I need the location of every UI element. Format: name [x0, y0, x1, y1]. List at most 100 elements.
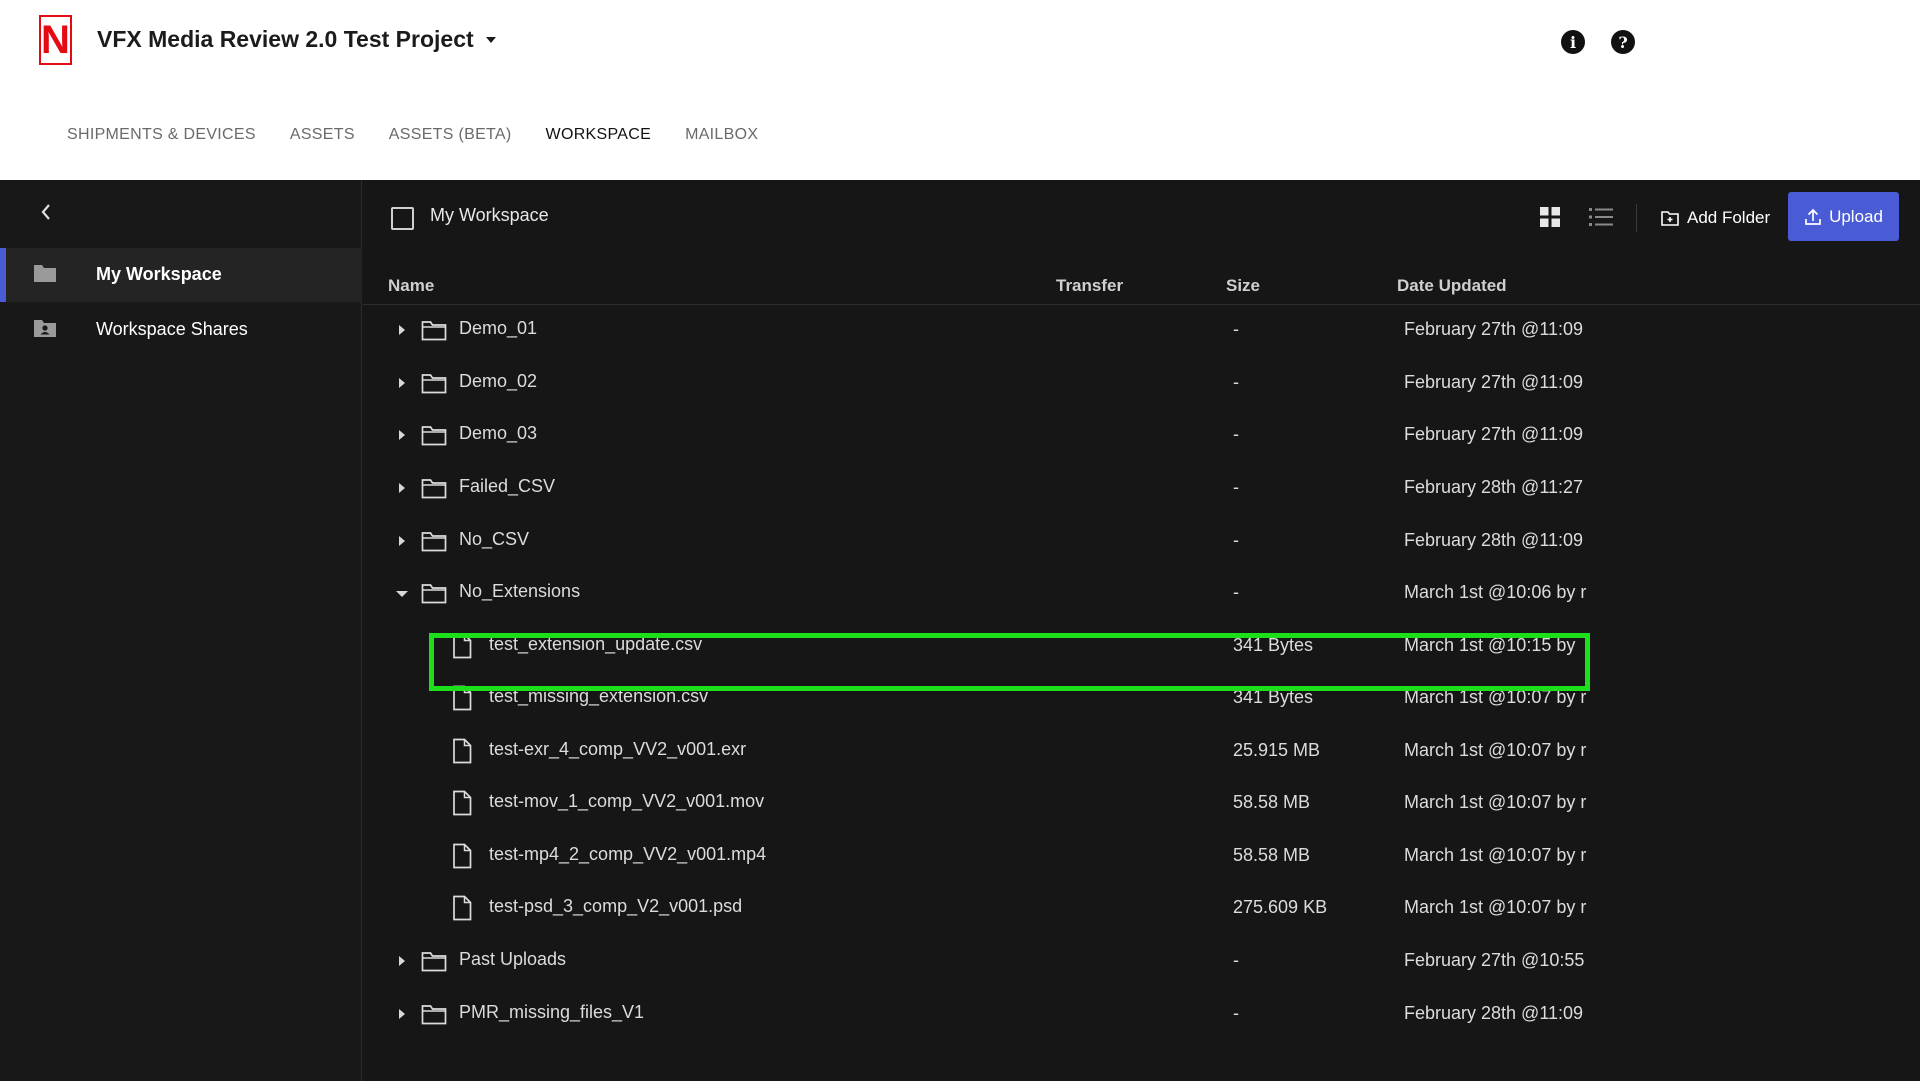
file-icon — [453, 895, 472, 921]
table-header: Name Transfer Size Date Updated — [363, 276, 1920, 305]
row-date: February 27th @11:09 — [1404, 424, 1584, 444]
row-size: - — [1233, 950, 1239, 970]
nav-mailbox[interactable]: MAILBOX — [685, 126, 758, 144]
file-icon — [453, 843, 472, 869]
toolbar: My Workspace Add Folder Upload — [363, 180, 1920, 252]
row-size: - — [1233, 477, 1239, 497]
folder-outline-icon — [421, 479, 447, 499]
sidebar-item-my-workspace[interactable]: My Workspace — [0, 248, 362, 302]
nav-workspace[interactable]: WORKSPACE — [546, 126, 652, 144]
expand-right-icon[interactable] — [399, 536, 405, 546]
caret-down-icon — [485, 36, 496, 43]
file-row[interactable]: test-psd_3_comp_V2_v001.psd 275.609 KB Mar… — [363, 883, 1920, 935]
expand-down-icon[interactable] — [396, 591, 408, 597]
info-glyph: i — [1569, 32, 1577, 52]
folder-outline-icon — [421, 584, 447, 604]
select-all-checkbox[interactable] — [391, 207, 414, 230]
info-icon[interactable]: i — [1561, 30, 1585, 54]
row-name: Demo_01 — [459, 318, 538, 338]
folder-outline-icon — [421, 532, 447, 552]
row-name: Demo_02 — [459, 371, 538, 391]
nav-shipments-devices[interactable]: SHIPMENTS & DEVICES — [67, 126, 256, 144]
upload-label: Upload — [1829, 206, 1883, 226]
file-row[interactable]: test_extension_update.csv 341 Bytes March … — [363, 621, 1920, 673]
row-date: March 1st @10:07 by r — [1404, 845, 1587, 865]
sidebar-item-workspace-shares[interactable]: Workspace Shares — [0, 303, 362, 357]
list-view-icon[interactable] — [1588, 206, 1614, 228]
expand-right-icon[interactable] — [399, 1009, 405, 1019]
row-date: February 28th @11:27 — [1404, 477, 1584, 497]
sidebar-item-label: My Workspace — [96, 264, 222, 284]
folder-row[interactable]: No_CSV - February 28th @11:09 — [363, 516, 1920, 568]
row-name: No_Extensions — [459, 581, 581, 601]
row-name: test_extension_update.csv — [489, 634, 703, 654]
column-header-size[interactable]: Size — [1226, 276, 1260, 296]
row-name: test-exr_4_comp_VV2_v001.exr — [489, 739, 747, 759]
row-name: PMR_missing_files_V1 — [459, 1002, 645, 1022]
file-row[interactable]: test-exr_4_comp_VV2_v001.exr 25.915 MB Mar… — [363, 726, 1920, 778]
upload-button[interactable]: Upload — [1788, 192, 1899, 241]
row-name: Failed_CSV — [459, 476, 556, 496]
folder-row[interactable]: PMR_missing_files_V1 - February 28th @11:0… — [363, 989, 1920, 1041]
column-header-name[interactable]: Name — [388, 276, 434, 296]
row-size: - — [1233, 582, 1239, 602]
row-date: March 1st @10:07 by r — [1404, 740, 1587, 760]
add-folder-icon — [1661, 211, 1679, 226]
shared-folder-icon — [34, 320, 56, 337]
row-date: February 28th @11:09 — [1404, 530, 1584, 550]
folder-outline-icon — [421, 426, 447, 446]
row-size: - — [1233, 1003, 1239, 1023]
file-row[interactable]: test-mov_1_comp_VV2_v001.mov 58.58 MB Marc… — [363, 778, 1920, 830]
file-icon — [453, 633, 472, 659]
file-icon — [453, 685, 472, 711]
folder-row[interactable]: Demo_02 - February 27th @11:09 — [363, 358, 1920, 410]
collapse-sidebar-button[interactable] — [36, 200, 56, 224]
expand-right-icon[interactable] — [399, 378, 405, 388]
folder-outline-icon — [421, 374, 447, 394]
nav-assets-beta[interactable]: ASSETS (BETA) — [389, 126, 512, 144]
row-name: No_CSV — [459, 529, 530, 549]
folder-outline-icon — [421, 952, 447, 972]
breadcrumb[interactable]: My Workspace — [430, 205, 549, 226]
column-header-date-updated[interactable]: Date Updated — [1397, 276, 1507, 296]
add-folder-label: Add Folder — [1687, 208, 1771, 227]
expand-right-icon[interactable] — [399, 483, 405, 493]
help-icon[interactable]: ? — [1611, 30, 1635, 54]
help-glyph: ? — [1618, 32, 1628, 52]
row-size: - — [1233, 372, 1239, 392]
expand-right-icon[interactable] — [399, 956, 405, 966]
file-row[interactable]: test-mp4_2_comp_VV2_v001.mp4 58.58 MB Marc… — [363, 831, 1920, 883]
add-folder-button[interactable]: Add Folder — [1661, 204, 1770, 232]
folder-row[interactable]: Demo_03 - February 27th @11:09 — [363, 410, 1920, 462]
row-name: test-mp4_2_comp_VV2_v001.mp4 — [489, 844, 767, 864]
netflix-logo[interactable]: N — [39, 15, 72, 65]
chevron-left-icon — [41, 204, 50, 220]
logo-letter: N — [41, 18, 70, 62]
folder-row[interactable]: Demo_01 - February 27th @11:09 — [363, 305, 1920, 357]
file-row[interactable]: test_missing_extension.csv 341 Bytes March… — [363, 673, 1920, 725]
grid-view-icon[interactable] — [1539, 206, 1561, 228]
row-size: - — [1233, 319, 1239, 339]
row-date: February 27th @11:09 — [1404, 372, 1584, 392]
expand-right-icon[interactable] — [399, 430, 405, 440]
nav-assets[interactable]: ASSETS — [290, 126, 355, 144]
folder-row[interactable]: No_Extensions - March 1st @10:06 by r — [363, 568, 1920, 620]
row-name: test-mov_1_comp_VV2_v001.mov — [489, 791, 765, 811]
folder-outline-icon — [421, 321, 447, 341]
app-header: N VFX Media Review 2.0 Test Project i ? … — [0, 0, 1920, 180]
row-date: February 27th @10:55 — [1404, 950, 1585, 970]
column-header-transfer[interactable]: Transfer — [1056, 276, 1123, 296]
folder-icon — [34, 265, 56, 282]
file-browser: My Workspace Add Folder Upload Name Tran… — [363, 180, 1920, 1081]
row-name: test-psd_3_comp_V2_v001.psd — [489, 896, 743, 916]
row-size: 275.609 KB — [1233, 897, 1328, 917]
row-date: March 1st @10:15 by — [1404, 635, 1576, 655]
project-title: VFX Media Review 2.0 Test Project — [97, 26, 474, 52]
row-date: March 1st @10:07 by r — [1404, 897, 1587, 917]
expand-right-icon[interactable] — [399, 325, 405, 335]
project-selector[interactable]: VFX Media Review 2.0 Test Project — [97, 26, 496, 53]
folder-outline-icon — [421, 1005, 447, 1025]
folder-row[interactable]: Past Uploads - February 27th @10:55 — [363, 936, 1920, 988]
row-date: March 1st @10:07 by r — [1404, 687, 1587, 707]
folder-row[interactable]: Failed_CSV - February 28th @11:27 — [363, 463, 1920, 515]
